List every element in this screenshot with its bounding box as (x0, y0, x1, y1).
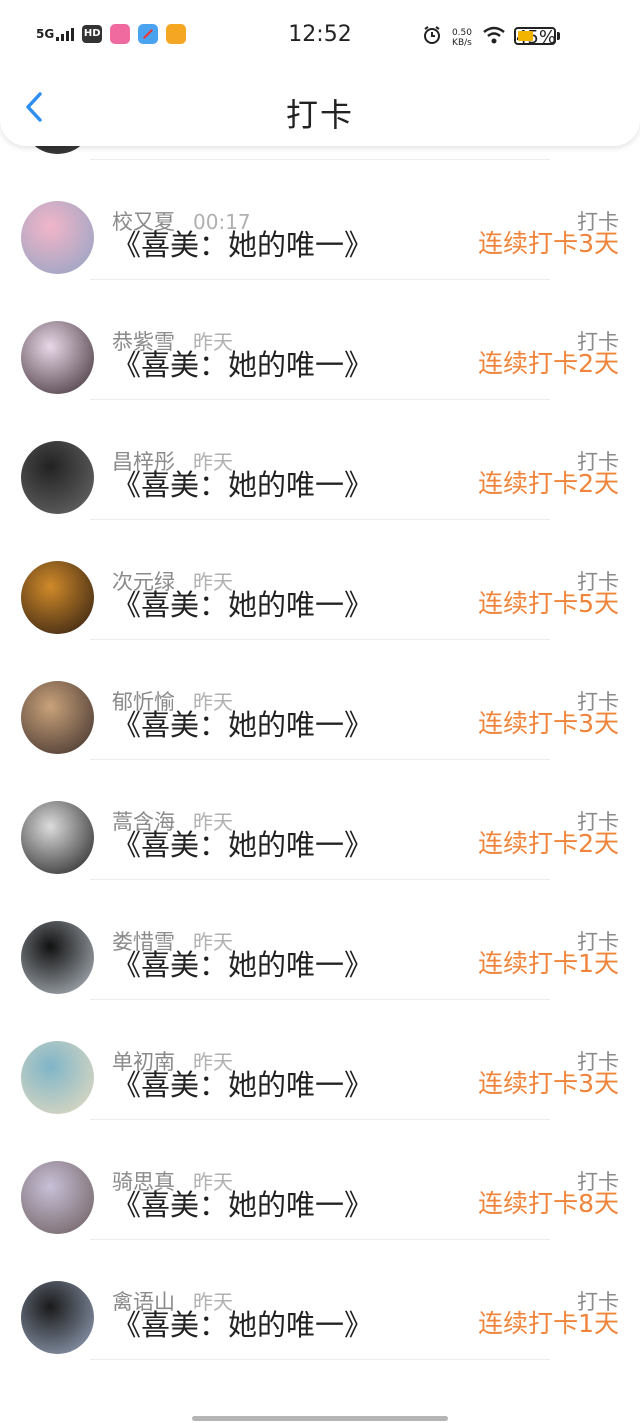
net-speed: 0.50 KB/s (451, 27, 472, 48)
list-item[interactable]: 恭紫雪 昨天 打卡 《喜美：她的唯一》 连续打卡2天 (0, 280, 640, 400)
streak-count: 连续打卡2天 (478, 829, 619, 858)
streak-count: 连续打卡3天 (478, 229, 619, 258)
list-item[interactable]: 单初南 昨天 打卡 《喜美：她的唯一》 连续打卡3天 (0, 1000, 640, 1120)
avatar[interactable] (21, 801, 94, 874)
book-title[interactable]: 《喜美：她的唯一》 (112, 462, 373, 504)
avatar[interactable] (21, 1041, 94, 1114)
avatar[interactable] (21, 321, 94, 394)
book-title[interactable]: 《喜美：她的唯一》 (112, 1062, 373, 1104)
battery-fill (518, 31, 533, 41)
avatar[interactable] (21, 201, 94, 274)
avatar[interactable] (21, 681, 94, 754)
streak-count: 连续打卡2天 (478, 349, 619, 378)
list-item[interactable]: 校又夏 00:17 打卡 《喜美：她的唯一》 连续打卡3天 (0, 160, 640, 280)
avatar[interactable] (21, 441, 94, 514)
divider (90, 1359, 550, 1360)
avatar[interactable] (21, 1161, 94, 1234)
avatar[interactable] (21, 921, 94, 994)
streak-count: 连续打卡5天 (478, 589, 619, 618)
list-item[interactable]: 禽语山 昨天 打卡 《喜美：她的唯一》 连续打卡1天 (0, 1240, 640, 1360)
home-indicator[interactable] (192, 1416, 448, 1421)
list-item[interactable]: 昌梓彤 昨天 打卡 《喜美：她的唯一》 连续打卡2天 (0, 400, 640, 520)
list-item[interactable]: 娄惜雪 昨天 打卡 《喜美：她的唯一》 连续打卡1天 (0, 880, 640, 1000)
list-item[interactable]: 骑思真 昨天 打卡 《喜美：她的唯一》 连续打卡8天 (0, 1120, 640, 1240)
list-item[interactable]: 郁忻愉 昨天 打卡 《喜美：她的唯一》 连续打卡3天 (0, 640, 640, 760)
streak-count: 连续打卡1天 (478, 1309, 619, 1338)
book-title[interactable]: 《喜美：她的唯一》 (112, 342, 373, 384)
book-title[interactable]: 《喜美：她的唯一》 (112, 822, 373, 864)
checkin-list: 昌梓彤 打卡 《喜美：她的唯一》 连续打卡3天 校又夏00:17 打卡 《喜美：… (0, 81, 640, 1360)
streak-count: 连续打卡2天 (478, 469, 619, 498)
avatar[interactable] (21, 561, 94, 634)
nav-header: 打卡 (0, 60, 640, 146)
streak-count: 连续打卡8天 (478, 1189, 619, 1218)
streak-count: 连续打卡3天 (478, 1069, 619, 1098)
book-title[interactable]: 《喜美：她的唯一》 (112, 1302, 373, 1344)
book-title[interactable]: 《喜美：她的唯一》 (112, 582, 373, 624)
page-title: 打卡 (285, 96, 354, 134)
streak-count: 连续打卡1天 (478, 949, 619, 978)
book-title[interactable]: 《喜美：她的唯一》 (112, 1182, 373, 1224)
streak-count: 连续打卡3天 (478, 709, 619, 738)
avatar[interactable] (21, 1281, 94, 1354)
alarm-icon (422, 25, 442, 50)
list-item[interactable]: 蒿含海 昨天 打卡 《喜美：她的唯一》 连续打卡2天 (0, 760, 640, 880)
book-title[interactable]: 《喜美：她的唯一》 (112, 942, 373, 984)
list-item[interactable]: 次元绿 昨天 打卡 《喜美：她的唯一》 连续打卡5天 (0, 520, 640, 640)
wifi-icon (482, 25, 506, 50)
battery-icon (514, 27, 560, 45)
book-title[interactable]: 《喜美：她的唯一》 (112, 222, 373, 264)
book-title[interactable]: 《喜美：她的唯一》 (112, 702, 373, 744)
status-bar: 5G HD 12:52 0.50 KB/s 45% (0, 0, 640, 72)
